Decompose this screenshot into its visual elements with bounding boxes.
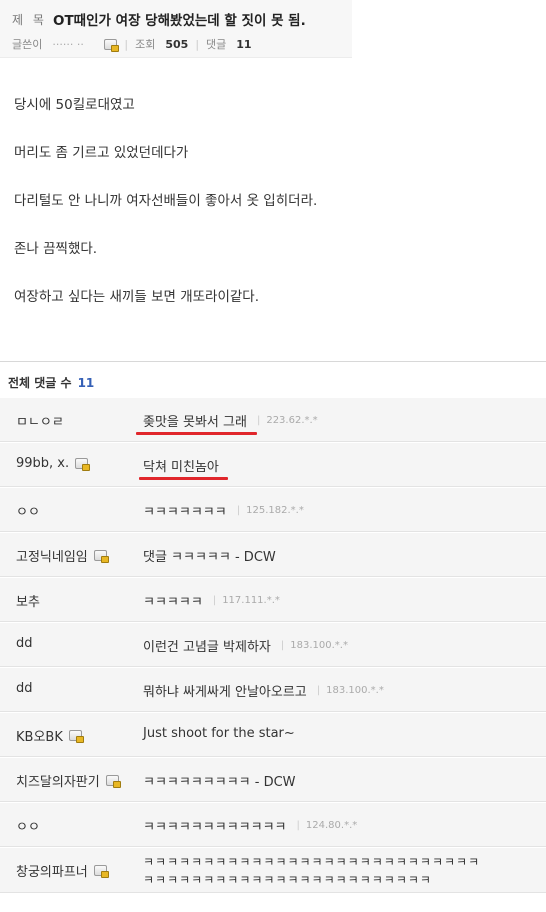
comment-author[interactable]: ㅇㅇ: [16, 816, 40, 835]
comment-row: 보추 ㅋㅋㅋㅋㅋ 117.111.*.*: [0, 577, 546, 622]
comment-author[interactable]: ㅇㅇ: [16, 501, 40, 520]
comment-body: 댓글 ㅋㅋㅋㅋㅋ - DCW: [143, 550, 276, 565]
post-meta: 글쓴이 ······ ·· | 조회 505 | 댓글 11: [12, 36, 252, 52]
comment-row: dd 이런건 고념글 박제하자 183.100.*.*: [0, 622, 546, 667]
author-label: 글쓴이: [12, 38, 43, 51]
comment-row: KB오BK Just shoot for the star~: [0, 712, 546, 757]
comment-ip: 124.80.*.*: [297, 820, 357, 831]
views-count: 505: [165, 37, 189, 51]
gallery-member-lock-icon: [93, 550, 109, 563]
gallery-member-lock-icon: [105, 775, 121, 788]
comment-author-name[interactable]: 99bb, x.: [16, 456, 69, 471]
comment-author-name[interactable]: KB오BK: [16, 726, 63, 745]
post-title[interactable]: OT때인가 여장 당해봤었는데 할 짓이 못 됨.: [53, 9, 306, 29]
comments-header: 전체 댓글 수 11: [8, 374, 94, 391]
comments-header-label: 전체 댓글 수: [8, 376, 72, 390]
comment-ip: 183.100.*.*: [317, 685, 384, 696]
comment-ip: 117.111.*.*: [213, 595, 280, 606]
comment-body: Just shoot for the star~: [143, 726, 295, 741]
comment-author-name[interactable]: dd: [16, 681, 33, 696]
comment-row: ㅁㄴㅇㄹ 좆맛을 못봐서 그래 223.62.*.*: [0, 397, 546, 442]
comment-body: ㅋㅋㅋㅋㅋㅋㅋㅋㅋㅋㅋㅋㅋㅋㅋㅋㅋㅋㅋㅋㅋㅋㅋㅋㅋㅋㅋㅋ: [143, 855, 481, 869]
comment-author-name[interactable]: 창궁의파프너: [16, 861, 88, 880]
comment-author[interactable]: 창궁의파프너: [16, 861, 109, 880]
comment-body-continued: ㅋㅋㅋㅋㅋㅋㅋㅋㅋㅋㅋㅋㅋㅋㅋㅋㅋㅋㅋㅋㅋㅋㅋㅋ: [143, 873, 432, 887]
comment-row: ㅇㅇ ㅋㅋㅋㅋㅋㅋㅋㅋㅋㅋㅋㅋ 124.80.*.*: [0, 802, 546, 847]
comment-body: ㅋㅋㅋㅋㅋㅋㅋ: [143, 505, 227, 520]
comment-list: ㅁㄴㅇㄹ 좆맛을 못봐서 그래 223.62.*.* 99bb, x. 닥쳐 미친…: [0, 397, 546, 893]
gallery-member-lock-icon: [104, 38, 120, 52]
comment-row: 99bb, x. 닥쳐 미친놈아: [0, 442, 546, 487]
meta-separator: |: [195, 37, 200, 51]
comment-row: 창궁의파프너 ㅋㅋㅋㅋㅋㅋㅋㅋㅋㅋㅋㅋㅋㅋㅋㅋㅋㅋㅋㅋㅋㅋㅋㅋㅋㅋㅋㅋ ㅋㅋㅋㅋ…: [0, 847, 546, 893]
red-underline-annotation: [136, 432, 257, 435]
post-body-line: 당시에 50킬로대였고: [14, 97, 135, 113]
comment-body: 이런건 고념글 박제하자: [143, 640, 271, 655]
comment-author-name[interactable]: ㅇㅇ: [16, 816, 40, 835]
gallery-member-lock-icon: [93, 865, 109, 878]
comment-row: 고정닉네임임 댓글 ㅋㅋㅋㅋㅋ - DCW: [0, 532, 546, 577]
section-divider: [0, 361, 546, 362]
comment-body: 좆맛을 못봐서 그래: [143, 415, 247, 430]
comment-author[interactable]: 고정닉네임임: [16, 546, 109, 565]
comments-count: 11: [236, 37, 252, 51]
comment-text: 댓글 ㅋㅋㅋㅋㅋ - DCW: [143, 546, 276, 565]
comment-author-name[interactable]: 고정닉네임임: [16, 546, 88, 565]
comment-author-name[interactable]: ㅇㅇ: [16, 501, 40, 520]
post-header: 제 목 OT때인가 여장 당해봤었는데 할 짓이 못 됨. 글쓴이 ······…: [0, 0, 352, 58]
comment-text: 이런건 고념글 박제하자 183.100.*.*: [143, 636, 348, 655]
comment-author-name[interactable]: 보추: [16, 591, 40, 610]
meta-separator: |: [124, 37, 129, 51]
comment-author[interactable]: ㅁㄴㅇㄹ: [16, 411, 64, 430]
comment-row: 치즈달의자판기 ㅋㅋㅋㅋㅋㅋㅋㅋㅋ - DCW: [0, 757, 546, 802]
comment-body: ㅋㅋㅋㅋㅋㅋㅋㅋㅋ - DCW: [143, 775, 296, 790]
post-body-line: 다리털도 안 나니까 여자선배들이 좋아서 옷 입히더라.: [14, 193, 318, 209]
comment-author[interactable]: 99bb, x.: [16, 456, 91, 471]
comments-label: 댓글: [206, 38, 227, 51]
comment-row: dd 뭐하냐 싸게싸게 안날아오르고 183.100.*.*: [0, 667, 546, 712]
comment-text: ㅋㅋㅋㅋㅋㅋㅋㅋㅋ - DCW: [143, 771, 296, 790]
comment-text: Just shoot for the star~: [143, 726, 295, 741]
comment-row: ㅇㅇ ㅋㅋㅋㅋㅋㅋㅋ 125.182.*.*: [0, 487, 546, 532]
comment-author[interactable]: dd: [16, 636, 33, 651]
comment-text: 좆맛을 못봐서 그래 223.62.*.*: [143, 411, 318, 430]
comment-ip: 183.100.*.*: [281, 640, 348, 651]
comment-ip: 223.62.*.*: [257, 415, 317, 426]
gallery-member-lock-icon: [75, 458, 91, 471]
title-label: 제 목: [12, 13, 47, 27]
post-author[interactable]: ······ ··: [52, 38, 100, 51]
comment-body: 뭐하냐 싸게싸게 안날아오르고: [143, 685, 307, 700]
comment-body: 닥쳐 미친놈아: [143, 460, 219, 475]
comment-ip: 125.182.*.*: [237, 505, 304, 516]
gallery-member-lock-icon: [68, 730, 84, 743]
comment-author-name[interactable]: ㅁㄴㅇㄹ: [16, 411, 64, 430]
views-label: 조회: [135, 38, 156, 51]
comment-author-name[interactable]: dd: [16, 636, 33, 651]
comment-author[interactable]: KB오BK: [16, 726, 84, 745]
comment-text: ㅋㅋㅋㅋㅋ 117.111.*.*: [143, 591, 280, 610]
comments-header-count: 11: [77, 376, 95, 390]
comment-author[interactable]: 치즈달의자판기: [16, 771, 121, 790]
comment-author[interactable]: dd: [16, 681, 33, 696]
comment-body: ㅋㅋㅋㅋㅋㅋㅋㅋㅋㅋㅋㅋ: [143, 820, 287, 835]
comment-text: ㅋㅋㅋㅋㅋㅋㅋㅋㅋㅋㅋㅋㅋㅋㅋㅋㅋㅋㅋㅋㅋㅋㅋㅋㅋㅋㅋㅋ ㅋㅋㅋㅋㅋㅋㅋㅋㅋㅋㅋ…: [143, 853, 480, 889]
comment-text: 뭐하냐 싸게싸게 안날아오르고 183.100.*.*: [143, 681, 384, 700]
comment-author-name[interactable]: 치즈달의자판기: [16, 771, 100, 790]
comment-text: 닥쳐 미친놈아: [143, 456, 219, 475]
comment-text: ㅋㅋㅋㅋㅋㅋㅋㅋㅋㅋㅋㅋ 124.80.*.*: [143, 816, 357, 835]
comment-body: ㅋㅋㅋㅋㅋ: [143, 595, 203, 610]
comment-text: ㅋㅋㅋㅋㅋㅋㅋ 125.182.*.*: [143, 501, 304, 520]
comment-author[interactable]: 보추: [16, 591, 40, 610]
post-body-line: 머리도 좀 기르고 있었던데다가: [14, 145, 189, 161]
post-body-line: 존나 끔찍했다.: [14, 241, 98, 257]
post-body-line: 여장하고 싶다는 새끼들 보면 개또라이같다.: [14, 289, 260, 305]
red-underline-annotation: [139, 477, 228, 480]
